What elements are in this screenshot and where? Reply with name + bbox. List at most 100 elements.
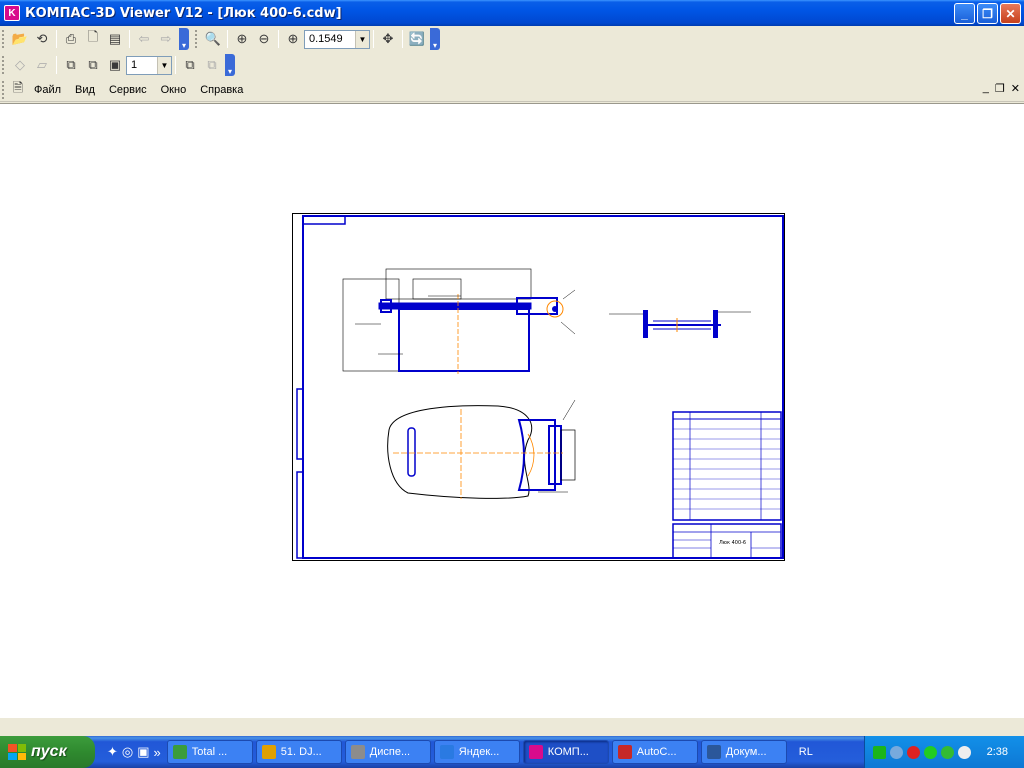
layers-icon[interactable]: ◇ — [9, 54, 31, 76]
windows-flag-icon — [8, 744, 26, 760]
separator — [373, 30, 374, 48]
task-kompas[interactable]: КОМП... — [522, 740, 609, 764]
mdi-minimize-button[interactable]: _ — [983, 82, 989, 95]
page-combo[interactable]: 1 ▼ — [126, 55, 172, 75]
task-autocad[interactable]: AutoC... — [611, 740, 698, 764]
toolbar-options-icon[interactable]: ▾ — [225, 54, 235, 76]
pan-icon[interactable]: ✥ — [377, 28, 399, 50]
opera-icon[interactable]: ◎ — [122, 744, 133, 760]
taskbar: пуск ✦ ◎ ▣ » Total ... 51. DJ... Диспе..… — [0, 736, 1024, 768]
zoom-window-icon[interactable]: 🔍 — [202, 28, 224, 50]
plan-view — [387, 399, 576, 499]
eraser-icon[interactable]: ▱ — [31, 54, 53, 76]
refresh-icon[interactable]: 🔄 — [406, 28, 428, 50]
mdi-close-button[interactable]: ✕ — [1011, 82, 1020, 95]
start-button[interactable]: пуск — [0, 736, 95, 768]
toolbar-grip[interactable] — [2, 56, 6, 74]
sheet-frame — [302, 215, 784, 559]
status-bar — [0, 717, 1024, 736]
document-icon[interactable]: 🗎 — [9, 79, 27, 101]
task-word[interactable]: Докум... — [700, 740, 787, 764]
separator — [129, 30, 130, 48]
zoom-combo[interactable]: 0.1549 ▼ — [304, 29, 370, 49]
window-title: КОМПАС-3D Viewer V12 - [Люк 400-6.cdw] — [25, 5, 342, 21]
page-view-icon[interactable]: ▣ — [104, 54, 126, 76]
zoom-in-icon[interactable]: ⊕ — [231, 28, 253, 50]
usb-icon[interactable]: ▣ — [137, 744, 149, 760]
antivirus-icon[interactable] — [907, 745, 920, 759]
toolbar-options-icon[interactable]: ▾ — [430, 28, 440, 50]
task-dj[interactable]: 51. DJ... — [255, 740, 342, 764]
print-icon[interactable]: ⎙ — [60, 28, 82, 50]
speaker-icon[interactable] — [958, 745, 971, 759]
first-page-icon[interactable]: ⧉ — [60, 54, 82, 76]
task-list: Total ... 51. DJ... Диспе... Яндек... КО… — [166, 740, 787, 764]
previous-page-icon[interactable]: ⧉ — [82, 54, 104, 76]
menu-file[interactable]: Файл — [27, 84, 68, 96]
menu-service[interactable]: Сервис — [102, 84, 154, 96]
sheet-corner-stamp — [302, 215, 346, 225]
chevron-down-icon[interactable]: ▼ — [157, 56, 171, 74]
task-yandex[interactable]: Яндек... — [433, 740, 520, 764]
separator — [56, 56, 57, 74]
ie-icon — [439, 745, 454, 759]
task-total-commander[interactable]: Total ... — [166, 740, 253, 764]
zoom-scale-icon[interactable]: ⊕ — [282, 28, 304, 50]
kompas-icon — [528, 745, 543, 759]
clock[interactable]: 2:38 — [987, 746, 1008, 758]
quick-launch-icon[interactable]: ✦ — [107, 744, 118, 760]
forward-arrow-icon[interactable]: ⇨ — [155, 28, 177, 50]
title-bar[interactable]: K КОМПАС-3D Viewer V12 - [Люк 400-6.cdw]… — [0, 0, 1024, 26]
print-preview-icon[interactable]: 🗋 — [82, 28, 104, 50]
title-block-designation: Люк 400-6 — [719, 540, 746, 546]
axle-detail-view — [609, 310, 751, 338]
network-icon[interactable] — [873, 745, 886, 759]
minimize-button[interactable]: _ — [954, 3, 975, 24]
more-chevron-icon[interactable]: » — [154, 745, 161, 760]
next-page-icon[interactable]: ⧉ — [179, 54, 201, 76]
menu-grip[interactable] — [2, 80, 6, 99]
reload-icon[interactable]: ⟲ — [31, 28, 53, 50]
back-arrow-icon[interactable]: ⇦ — [133, 28, 155, 50]
kompas-app-icon[interactable]: K — [4, 5, 20, 21]
task-dispatcher[interactable]: Диспе... — [344, 740, 431, 764]
separator — [402, 30, 403, 48]
task-manager-icon — [350, 745, 365, 759]
winamp-icon — [261, 745, 276, 759]
restore-button[interactable]: ❐ — [977, 3, 998, 24]
bluetooth-icon[interactable] — [890, 745, 903, 759]
menu-window[interactable]: Окно — [154, 84, 194, 96]
toolbar-options-icon[interactable]: ▾ — [179, 28, 189, 50]
quick-launch: ✦ ◎ ▣ » — [107, 744, 161, 760]
section-view — [342, 268, 576, 374]
zoom-out-icon[interactable]: ⊖ — [253, 28, 275, 50]
drawing-workspace[interactable]: Люк 400-6 — [0, 103, 1024, 717]
open-file-icon[interactable]: 📂 — [9, 28, 31, 50]
autocad-icon — [617, 745, 632, 759]
separator — [56, 30, 57, 48]
title-block: Люк 400-6 — [672, 523, 782, 559]
specification-table — [672, 411, 782, 521]
menu-view[interactable]: Вид — [68, 84, 102, 96]
separator — [278, 30, 279, 48]
separator — [175, 56, 176, 74]
system-tray: 2:38 — [864, 736, 1024, 768]
page-value: 1 — [131, 59, 138, 71]
view-toolbar: ◇ ▱ ⧉ ⧉ ▣ 1 ▼ ⧉ ⧉ ▾ — [0, 52, 235, 78]
drawing-sheet[interactable]: Люк 400-6 — [292, 213, 785, 561]
last-page-icon[interactable]: ⧉ — [201, 54, 223, 76]
mdi-restore-button[interactable]: ❐ — [995, 82, 1005, 95]
menu-help[interactable]: Справка — [193, 84, 250, 96]
update-icon[interactable] — [924, 745, 937, 759]
chevron-down-icon[interactable]: ▼ — [355, 30, 369, 48]
separator — [227, 30, 228, 48]
zoom-value: 0.1549 — [309, 33, 343, 45]
start-label: пуск — [31, 743, 67, 760]
close-button[interactable]: ✕ — [1000, 3, 1021, 24]
toolbar-grip[interactable] — [2, 30, 6, 48]
properties-icon[interactable]: ▤ — [104, 28, 126, 50]
language-indicator[interactable]: RL — [799, 746, 813, 758]
total-commander-icon — [172, 745, 187, 759]
shield-icon[interactable] — [941, 745, 954, 759]
toolbar-grip[interactable] — [195, 30, 199, 48]
